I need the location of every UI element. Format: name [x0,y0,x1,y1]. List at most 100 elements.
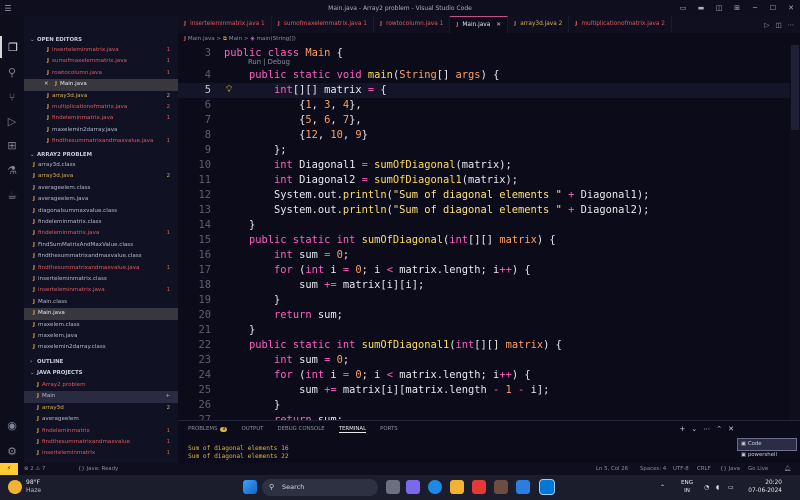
breadcrumb-class[interactable]: Main [229,36,242,42]
line-endings[interactable]: CRLF [697,463,711,475]
file-item[interactable]: Jmaxelemin2darray.class [24,342,178,353]
code-line[interactable]: 4 public static void main(String[] args)… [178,68,790,83]
clock[interactable]: 20:20 07-06-2024 [748,479,782,495]
file-item[interactable]: Jmultiplicationofmatrix.java 2 [24,102,178,113]
account-icon[interactable]: ◉ [0,414,24,436]
file-explorer-icon[interactable] [450,480,464,494]
file-item[interactable]: J Main + [24,391,178,403]
file-item[interactable]: Jfindeleminmatrix.class [24,217,178,228]
file-item[interactable]: Jfindthesummatrixandmaxvalue.class [24,251,178,262]
manage-gear-icon[interactable]: ⚙ [0,440,24,462]
code-line[interactable]: 16 int sum = 0; [178,248,790,263]
code-line[interactable]: 24 for (int i = 0; i < matrix.length; i+… [178,368,790,383]
file-item[interactable]: Jarray3d.java 2 [24,171,178,182]
panel-tab[interactable]: PROBLEMS 9 [188,426,228,432]
java-projects-header[interactable]: ⌄ JAVA PROJECTS [24,368,178,378]
code-line[interactable]: 12 System.out.println("Sum of diagonal e… [178,188,790,203]
store-icon[interactable] [516,480,530,494]
file-item[interactable]: ✕ J Main.java [24,79,178,91]
panel-toggle-icon[interactable]: ▬ [692,4,710,12]
volume-icon[interactable]: ◖ [716,475,719,500]
vscode-taskbar-icon[interactable] [539,479,555,495]
code-line[interactable]: 19 } [178,293,790,308]
code-line[interactable]: 14 } [178,218,790,233]
more-icon[interactable]: ⋯ [703,425,710,433]
mcafee-icon[interactable] [472,480,486,494]
code-line[interactable]: 27 return sum; [178,413,790,421]
file-item[interactable]: Jfindthesummatrixandmaxvalue 1 [24,437,178,448]
file-item[interactable]: Jfindeleminmatrix.java 1 [24,228,178,239]
file-item[interactable]: J FindSumMatrixAndMaxValue.class [24,240,178,251]
indentation[interactable]: Spaces: 4 [640,463,666,475]
panel-tab[interactable]: DEBUG CONSOLE [277,426,324,432]
file-item[interactable]: J Main.class [24,297,178,308]
chevron-down-icon[interactable]: ⌄ [691,425,697,433]
editor-tab[interactable]: Jrowtocolumn.java 1 [374,16,451,33]
code-line[interactable]: 21 } [178,323,790,338]
file-item[interactable]: Jmaxelemin2darray.java [24,125,178,136]
code-line[interactable]: 22 public static int sumOfDiagonal1(int[… [178,338,790,353]
file-item[interactable]: Jfindthesummatrixandmaxvalue.java 1 [24,263,178,274]
file-item[interactable]: Jarray3d.java 2 [24,91,178,102]
panel-tab[interactable]: OUTPUT [241,426,263,432]
tray-chevron-icon[interactable]: ⌃ [660,475,665,500]
code-line[interactable]: 17 for (int i = 0; i < matrix.length; i+… [178,263,790,278]
code-line[interactable]: 3 public class Main { [178,46,790,61]
split-editor-icon[interactable]: ◫ [775,21,781,29]
file-item[interactable]: Jinserteleminmatrix.class [24,274,178,285]
code-line[interactable]: 15 public static int sumOfDiagonal(int[]… [178,233,790,248]
file-item[interactable]: Javerageelem.java [24,194,178,205]
java-projects-icon[interactable]: ☕ [0,184,24,206]
project-header[interactable]: ⌄ ARRAY2 PROBLEM [24,150,178,160]
language-mode[interactable]: {} Java [720,463,740,475]
editor-tab[interactable]: J Main.java ✕ [450,16,509,33]
taskbar-search[interactable]: ⚲ Search [262,479,378,496]
test-icon[interactable]: ⚗ [0,159,24,181]
code-line[interactable]: 8 {12, 10, 9} [178,128,790,143]
new-terminal-icon[interactable]: + [680,425,686,433]
app-icon[interactable] [494,480,508,494]
code-line[interactable]: 18 sum += matrix[i][i]; [178,278,790,293]
go-live[interactable]: Go Live [748,463,768,475]
file-item[interactable]: Jmaxelem.java [24,331,178,342]
task-view-icon[interactable] [386,480,400,494]
scrollbar-thumb[interactable] [791,45,799,130]
problems-status[interactable]: ⊗ 2 ⚠ 7 [24,463,45,475]
file-item[interactable]: Javerageelem.class [24,183,178,194]
editor-scrollbar[interactable] [790,45,800,420]
panel-tab[interactable]: TERMINAL [338,426,367,433]
file-item[interactable]: Jarray3d.class [24,160,178,171]
code-line[interactable]: 23 int sum = 0; [178,353,790,368]
file-item[interactable]: Jdiagonalsummaxvalue.class [24,206,178,217]
cursor-position[interactable]: Ln 5, Col 26 [596,463,628,475]
outline-header[interactable]: › OUTLINE [24,357,178,367]
close-icon[interactable]: ✕ [496,22,501,28]
code-line[interactable]: 9 }; [178,143,790,158]
battery-icon[interactable]: ▭ [728,475,734,500]
file-item[interactable]: Jinserteleminmatrix.java 1 [24,45,178,56]
file-item[interactable]: Jsumofmaxelemmatrix.java 1 [24,56,178,67]
remote-indicator-icon[interactable]: ⚡ [0,463,18,475]
explorer-icon[interactable]: ❐ [0,36,24,58]
file-item[interactable]: Jfindeleminmatrix.java 1 [24,113,178,124]
breadcrumb-file[interactable]: Main.java [188,36,215,42]
file-item[interactable]: J Main.java [24,308,178,320]
terminal-item-powershell[interactable]: ▣ powershell [738,450,796,461]
run-debug-icon[interactable]: ▷ [0,110,24,132]
weather-widget[interactable]: 98°F Haze [26,479,41,495]
windows-start-icon[interactable] [243,480,257,494]
file-item[interactable]: Jmaxelem.class [24,320,178,331]
code-line[interactable]: 11 int Diagonal2 = sumOfDiagonal1(matrix… [178,173,790,188]
code-line[interactable]: 26 } [178,398,790,413]
java-status[interactable]: {} Java: Ready [78,463,118,475]
close-panel-icon[interactable]: ✕ [728,425,734,433]
close-button[interactable]: ✕ [782,4,800,12]
editor-tab[interactable]: Jmultiplicationofmatrix.java 2 [569,16,672,33]
code-line[interactable]: 7 {5, 6, 7}, [178,113,790,128]
panel-tab[interactable]: PORTS [380,426,398,432]
editor-tab[interactable]: Jinserteleminmatrix.java 1 [178,16,272,33]
editor-tab[interactable]: Jsumofmaxelemmatrix.java 1 [272,16,374,33]
notifications-icon[interactable]: 🔔︎ [784,463,791,475]
code-line[interactable]: 10 int Diagonal1 = sumOfDiagonal(matrix)… [178,158,790,173]
minimize-button[interactable]: ─ [746,4,764,12]
